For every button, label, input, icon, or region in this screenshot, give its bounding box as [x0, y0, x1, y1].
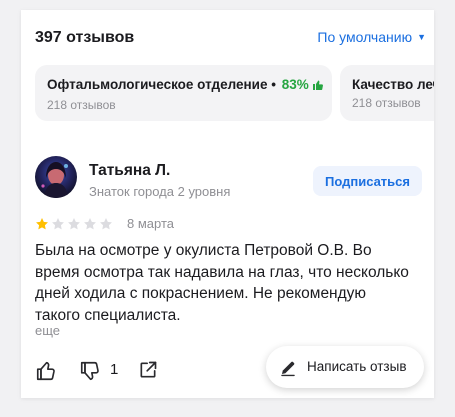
star-empty-icon — [84, 218, 96, 230]
category-chips: Офтальмологическое отделение • 83% 218 о… — [35, 65, 434, 131]
share-icon[interactable] — [138, 360, 158, 385]
subscribe-button[interactable]: Подписаться — [313, 166, 422, 196]
thumb-up-icon — [312, 79, 324, 94]
star-empty-icon — [68, 218, 80, 230]
category-chip-treatment-quality[interactable]: Качество лечения 218 отзывов — [340, 65, 434, 121]
review-text: Была на осмотре у окулиста Петровой О.В.… — [35, 242, 409, 324]
star-empty-icon — [100, 218, 112, 230]
sort-label: По умолчанию — [317, 29, 413, 45]
category-count: 218 отзывов — [47, 98, 116, 112]
pen-icon — [279, 359, 297, 382]
category-chip-ophthalmology[interactable]: Офтальмологическое отделение • 83% 218 о… — [35, 65, 332, 121]
dislike-count: 1 — [110, 361, 119, 378]
more-link[interactable]: еще — [35, 323, 60, 338]
reviews-card: 397 отзывов По умолчанию ▼ Офтальмологиче… — [21, 10, 434, 398]
category-separator: • — [271, 77, 276, 92]
star-filled-icon — [36, 218, 48, 230]
author-name[interactable]: Татьяна Л. — [89, 162, 170, 180]
chevron-down-icon: ▼ — [417, 32, 426, 42]
category-percent: 83% — [281, 77, 309, 92]
category-title: Качество лечения — [352, 77, 434, 92]
thumb-down-icon[interactable] — [79, 360, 101, 387]
write-review-button[interactable]: Написать отзыв — [266, 346, 424, 388]
category-title: Офтальмологическое отделение — [47, 77, 268, 92]
author-level: Знаток города 2 уровня — [89, 184, 231, 199]
thumb-up-icon[interactable] — [35, 360, 57, 387]
sort-dropdown[interactable]: По умолчанию ▼ — [317, 29, 426, 45]
category-count: 218 отзывов — [352, 96, 421, 110]
reviews-count: 397 отзывов — [35, 29, 135, 46]
review-date: 8 марта — [127, 216, 174, 231]
star-empty-icon — [52, 218, 64, 230]
category-chip-title-row: Офтальмологическое отделение • 83% — [47, 77, 332, 94]
avatar[interactable] — [35, 156, 77, 198]
write-review-label: Написать отзыв — [307, 359, 407, 374]
